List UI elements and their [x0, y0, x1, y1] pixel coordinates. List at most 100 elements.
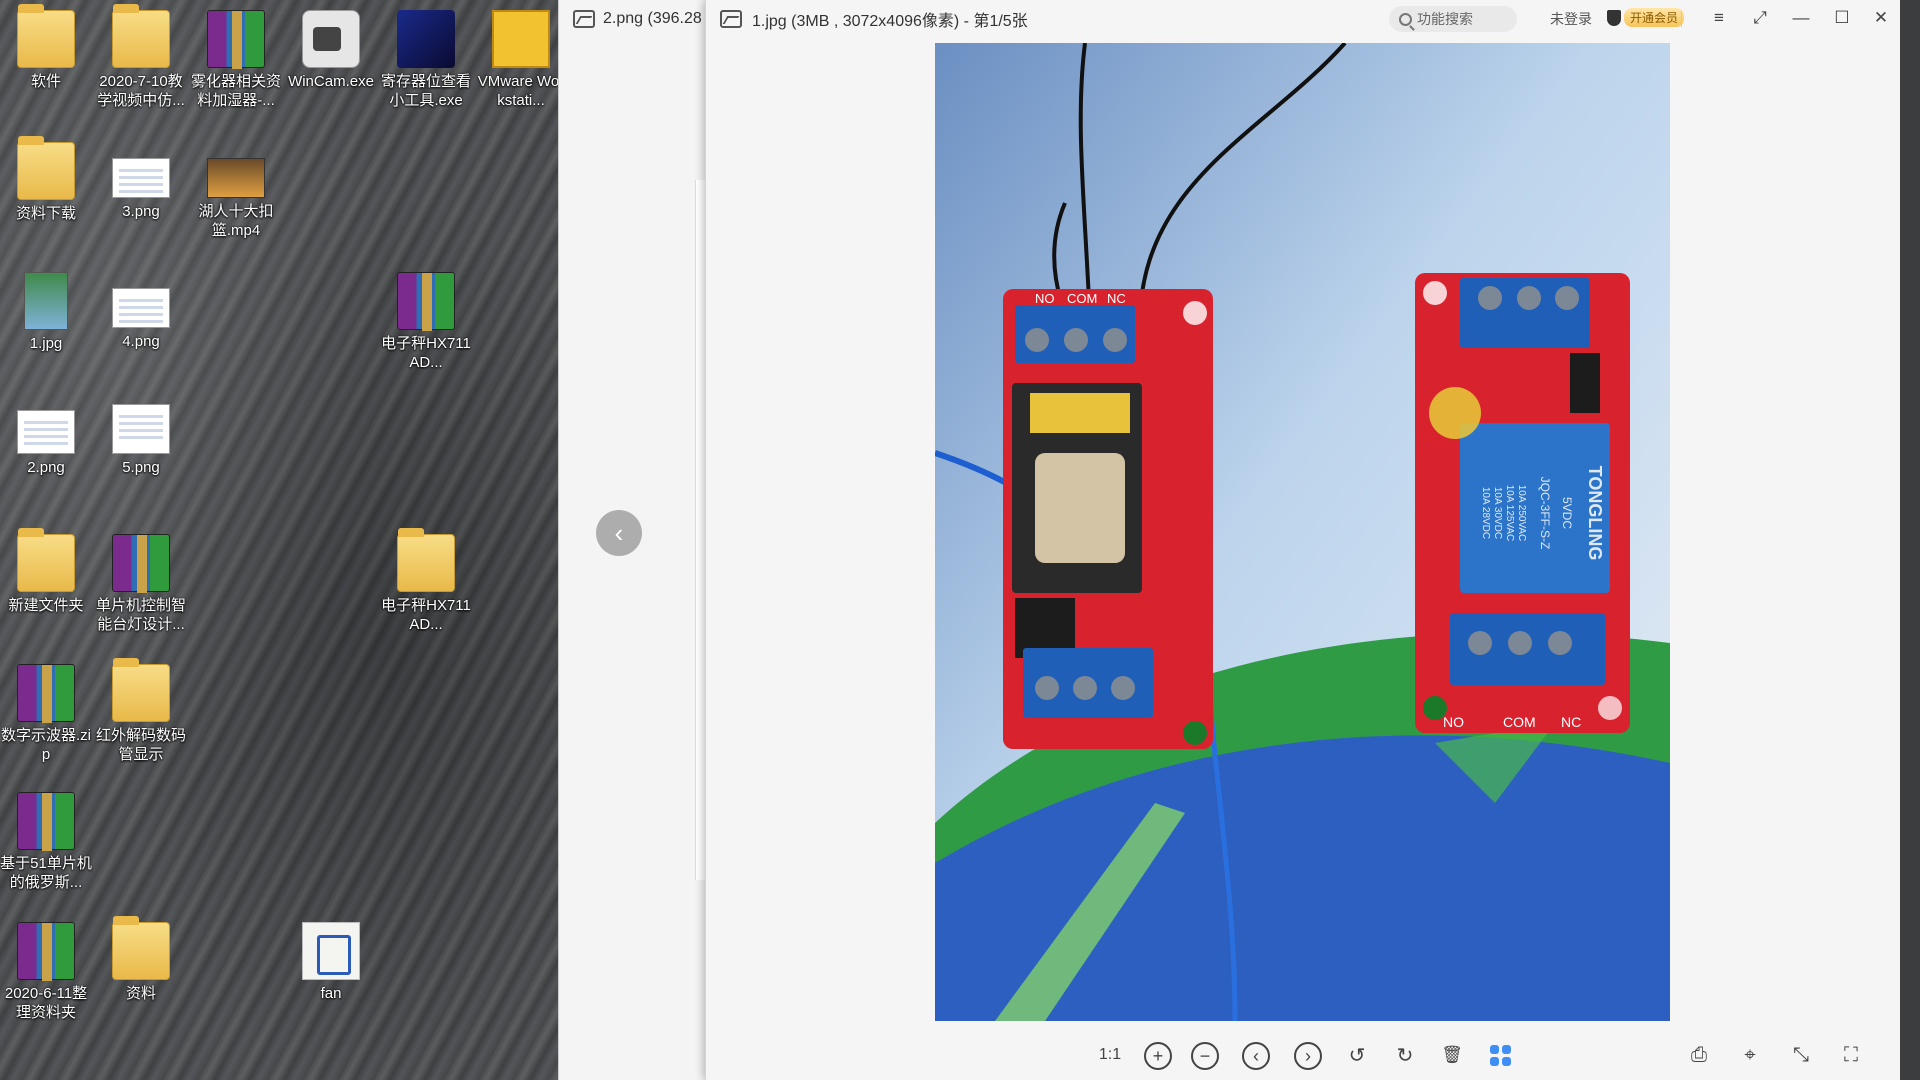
image-file-icon — [17, 410, 75, 454]
minimize-icon: — — [1792, 8, 1810, 27]
desktop-icon[interactable]: 电子秤HX711AD... — [380, 528, 472, 634]
folder-icon — [112, 916, 170, 980]
maximize-button[interactable]: ☐ — [1827, 4, 1857, 32]
desktop-icon[interactable]: 红外解码数码管显示 — [95, 658, 187, 764]
document-icon — [302, 922, 360, 980]
desktop-icon[interactable]: 资料 — [95, 916, 187, 1003]
desktop-icon[interactable]: 1.jpg — [0, 272, 92, 353]
zoom-in-button[interactable]: + — [1144, 1042, 1172, 1070]
chevron-left-icon: ‹ — [1253, 1045, 1259, 1066]
image-viewer-window[interactable]: 1.jpg (3MB , 3072x4096像素) - 第1/5张 功能搜索 未… — [705, 0, 1900, 1080]
desktop-icon[interactable]: 湖人十大扣篮.mp4 — [190, 158, 282, 240]
desktop-icon[interactable]: 新建文件夹 — [0, 528, 92, 615]
actual-size-icon: 1:1 — [1098, 1046, 1122, 1063]
rotate-left-button[interactable]: ↺ — [1342, 1040, 1372, 1070]
desktop-icon[interactable]: 3.png — [95, 158, 187, 221]
folder-icon — [112, 658, 170, 722]
relay-rating-label: 10A 28VDC — [1480, 487, 1491, 539]
desktop-icon[interactable]: 数字示波器.zip — [0, 664, 92, 764]
desktop: 软件 2020-7-10教学视频中仿... 雾化器相关资料加湿器-... Win… — [0, 0, 558, 1080]
trash-icon: 🗑 — [1441, 1045, 1463, 1064]
desktop-icon[interactable]: VMware Workstati... — [475, 10, 558, 110]
desktop-icon[interactable]: WinCam.exe — [285, 10, 377, 91]
right-board-com-label: COM — [1503, 714, 1536, 730]
function-search-input[interactable]: 功能搜索 — [1389, 6, 1517, 32]
previous-button[interactable]: ‹ — [1242, 1042, 1270, 1070]
desktop-icon[interactable]: 寄存器位查看小工具.exe — [380, 10, 472, 110]
camera-app-icon — [302, 10, 360, 68]
desktop-icon[interactable]: 4.png — [95, 288, 187, 351]
image-file-icon — [112, 404, 170, 454]
register-tool-icon — [397, 10, 455, 68]
archive-icon — [17, 792, 75, 851]
desktop-icon[interactable]: 2020-7-10教学视频中仿... — [95, 4, 187, 110]
desktop-icon[interactable]: 2020-6-11整理资料夹 — [0, 922, 92, 1022]
close-button[interactable]: ✕ — [1866, 4, 1896, 32]
expand-icon: ⤢ — [1753, 8, 1767, 27]
fit-window-button[interactable]: ⤡ — [1786, 1040, 1816, 1070]
desktop-icon[interactable]: 基于51单片机的俄罗斯... — [0, 792, 92, 892]
menu-button[interactable]: ≡ — [1704, 4, 1734, 32]
rotate-left-icon: ↺ — [1348, 1044, 1366, 1067]
fullscreen-icon: ⛶ — [1844, 1043, 1858, 1066]
relay-model-label: JQC-3FF-S-Z — [1538, 477, 1552, 550]
relay-rating-label: 10A 125VAC — [1504, 485, 1515, 542]
vip-label: 开通会员 — [1624, 8, 1685, 27]
delete-button[interactable]: 🗑 — [1437, 1040, 1467, 1070]
next-button[interactable]: › — [1294, 1042, 1322, 1070]
desktop-icon[interactable]: 雾化器相关资料加湿器-... — [190, 10, 282, 110]
rotate-right-icon: ↻ — [1396, 1044, 1414, 1067]
vip-button[interactable]: 开通会员 — [1607, 8, 1685, 27]
titlebar-divider — [1681, 11, 1682, 27]
viewer-title: 1.jpg (3MB , 3072x4096像素) - 第1/5张 — [752, 12, 1028, 30]
zoom-in-icon: + — [1152, 1045, 1164, 1066]
image-viewer-icon — [720, 9, 742, 28]
folder-icon — [17, 4, 75, 68]
folder-icon — [17, 528, 75, 592]
search-icon — [1399, 12, 1412, 26]
right-board-nc-label: NC — [1561, 714, 1581, 730]
relay-brand-label: TONGLING — [1585, 466, 1605, 561]
archive-icon — [397, 272, 455, 331]
desktop-icon[interactable]: 资料下载 — [0, 136, 92, 223]
rotate-right-button[interactable]: ↻ — [1390, 1040, 1420, 1070]
previous-image-button[interactable]: ‹ — [596, 510, 642, 556]
folder-icon — [17, 136, 75, 200]
actual-size-button[interactable]: 1:1 — [1095, 1040, 1125, 1070]
zoom-out-button[interactable]: − — [1191, 1042, 1219, 1070]
displayed-photo[interactable]: NO COM NC TONGLING 5VDC JQC-3FF-S-Z 10A … — [935, 43, 1670, 1021]
folder-icon — [397, 528, 455, 592]
left-board-com-label: COM — [1067, 291, 1097, 306]
vmware-icon — [492, 10, 550, 68]
zoom-out-icon: − — [1199, 1045, 1211, 1066]
thumbnail-grid-button[interactable] — [1485, 1040, 1515, 1070]
grid-icon — [1489, 1044, 1511, 1066]
left-board-no-label: NO — [1035, 291, 1055, 306]
desktop-icon[interactable]: 2.png — [0, 410, 92, 477]
minimize-button[interactable]: — — [1786, 4, 1816, 32]
chevron-left-icon: ‹ — [614, 517, 624, 548]
fit-icon: ⤡ — [1793, 1043, 1809, 1066]
desktop-icon[interactable]: 软件 — [0, 4, 92, 91]
desktop-icon[interactable]: fan — [285, 922, 377, 1003]
chevron-right-icon: › — [1305, 1045, 1311, 1066]
relay-rating-label: 10A 250VAC — [1516, 485, 1527, 542]
background-window-title: 2.png (396.28 — [603, 9, 702, 27]
background-window-titlebar[interactable]: 2.png (396.28 — [559, 0, 708, 37]
close-icon: ✕ — [1873, 8, 1889, 27]
fullscreen-button[interactable]: ⛶ — [1836, 1040, 1866, 1070]
image-file-icon — [112, 288, 170, 328]
fullscreen-toggle-button[interactable]: ⤢ — [1745, 4, 1775, 32]
desktop-icon[interactable]: 单片机控制智能台灯设计... — [95, 534, 187, 634]
folder-icon — [112, 4, 170, 68]
ocr-button[interactable]: ⌖ — [1735, 1040, 1765, 1070]
login-link[interactable]: 未登录 — [1550, 9, 1592, 29]
relay-modules-photo: NO COM NC TONGLING 5VDC JQC-3FF-S-Z 10A … — [935, 43, 1670, 1021]
archive-icon — [207, 10, 265, 69]
print-button[interactable]: ⎙ — [1684, 1040, 1714, 1070]
maximize-icon: ☐ — [1834, 8, 1850, 27]
relay-rating-label: 10A 30VDC — [1492, 487, 1503, 539]
archive-icon — [17, 922, 75, 981]
desktop-icon[interactable]: 电子秤HX711AD... — [380, 272, 472, 372]
desktop-icon[interactable]: 5.png — [95, 404, 187, 477]
